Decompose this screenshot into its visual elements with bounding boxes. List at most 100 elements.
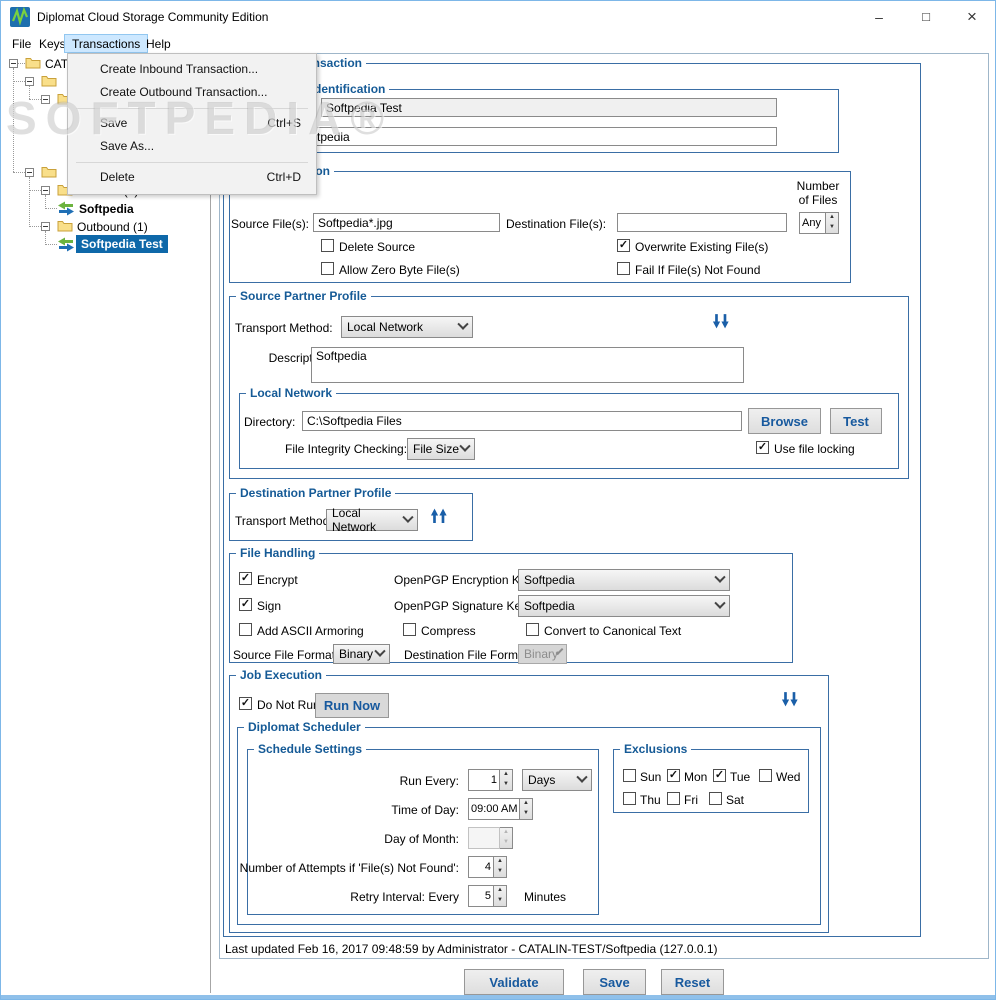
transaction-name-input[interactable] xyxy=(321,98,777,117)
browse-button[interactable]: Browse xyxy=(748,408,821,434)
retry-interval-stepper[interactable]: ▲▼ xyxy=(468,885,507,907)
attempts-stepper[interactable]: ▲▼ xyxy=(468,856,507,878)
tree-expander[interactable] xyxy=(9,59,18,68)
close-button[interactable]: × xyxy=(954,3,990,30)
tue-checkbox[interactable]: ✓ xyxy=(713,769,726,782)
menu-item-create-inbound[interactable]: Create Inbound Transaction... xyxy=(69,58,315,80)
file-integrity-select[interactable]: File Size xyxy=(407,438,475,460)
group-title: Source Partner Profile xyxy=(236,289,371,303)
source-files-input[interactable] xyxy=(313,213,500,232)
spin-up-icon: ▲ xyxy=(829,214,835,220)
check-icon: ✓ xyxy=(714,769,725,781)
source-description-input[interactable]: Softpedia xyxy=(311,347,744,383)
sun-checkbox[interactable] xyxy=(623,769,636,782)
encryption-key-label: OpenPGP Encryption Key: xyxy=(394,573,536,587)
do-not-run-checkbox[interactable]: ✓ xyxy=(239,697,252,710)
menu-item-delete[interactable]: Delete Ctrl+D xyxy=(69,166,315,188)
dest-transport-method-select[interactable]: Local Network xyxy=(326,506,418,534)
destination-files-input[interactable] xyxy=(617,213,787,232)
tree-expander[interactable] xyxy=(25,77,34,86)
source-format-label: Source File Format: xyxy=(233,648,339,662)
tree-expander[interactable] xyxy=(41,95,50,104)
validate-button[interactable]: Validate xyxy=(464,969,564,995)
group-title: File Handling xyxy=(236,546,320,560)
allow-zero-byte-checkbox[interactable] xyxy=(321,262,334,275)
tree-connector xyxy=(45,231,46,245)
ascii-armoring-checkbox[interactable] xyxy=(239,623,252,636)
menu-separator xyxy=(76,108,308,109)
group-title: Job Execution xyxy=(236,668,327,682)
group-title: Destination Partner Profile xyxy=(236,486,396,500)
run-every-label: Run Every: xyxy=(399,774,459,788)
tree-expander[interactable] xyxy=(25,168,34,177)
sat-checkbox[interactable] xyxy=(709,792,722,805)
tree-expander[interactable] xyxy=(41,186,50,195)
tree-node-outbound[interactable]: Outbound (1) xyxy=(77,220,148,234)
tree-connector xyxy=(45,208,57,209)
sign-label: Sign xyxy=(257,599,282,613)
menu-item-save-as[interactable]: Save As... xyxy=(69,135,315,157)
fri-checkbox[interactable] xyxy=(667,792,680,805)
menu-help[interactable]: Help xyxy=(139,34,178,53)
overwrite-checkbox[interactable]: ✓ xyxy=(617,239,630,252)
encrypt-checkbox[interactable]: ✓ xyxy=(239,572,252,585)
delete-source-checkbox[interactable] xyxy=(321,239,334,252)
do-not-run-label: Do Not Run xyxy=(257,698,320,712)
tree-node-softpedia-test-selected[interactable]: Softpedia Test xyxy=(76,235,168,253)
check-icon: ✓ xyxy=(240,697,251,709)
reset-button[interactable]: Reset xyxy=(661,969,724,995)
tree-node-softpedia[interactable]: Softpedia xyxy=(79,202,134,216)
group-title: Diplomat Scheduler xyxy=(244,720,365,734)
spin-up-icon: ▲ xyxy=(497,858,503,864)
compress-label: Compress xyxy=(421,624,476,638)
group-title: Exclusions xyxy=(620,742,692,756)
source-format-select[interactable]: Binary xyxy=(333,644,390,664)
mon-checkbox[interactable]: ✓ xyxy=(667,769,680,782)
run-every-unit-select[interactable]: Days xyxy=(522,769,592,791)
time-of-day-stepper[interactable]: ▲▼ xyxy=(468,798,533,820)
canonical-text-label: Convert to Canonical Text xyxy=(544,624,682,638)
canonical-text-checkbox[interactable] xyxy=(526,623,539,636)
folder-icon xyxy=(57,221,73,232)
check-icon: ✓ xyxy=(240,572,251,584)
spin-down-icon: ▼ xyxy=(503,781,509,787)
directory-input[interactable] xyxy=(302,411,742,431)
chevron-down-icon xyxy=(714,571,726,583)
compress-checkbox[interactable] xyxy=(403,623,416,636)
encryption-key-select[interactable]: Softpedia xyxy=(518,569,730,591)
check-icon: ✓ xyxy=(757,441,768,453)
app-window: Diplomat Cloud Storage Community Edition… xyxy=(0,0,996,1000)
sign-checkbox[interactable]: ✓ xyxy=(239,598,252,611)
day-of-month-stepper-disabled: ▲ ▼ xyxy=(468,827,513,849)
thu-checkbox[interactable] xyxy=(623,792,636,805)
destination-files-label: Destination File(s): xyxy=(506,217,607,231)
use-file-locking-checkbox[interactable]: ✓ xyxy=(756,441,769,454)
stepper-buttons[interactable]: ▲ ▼ xyxy=(826,212,839,234)
group-title: Schedule Settings xyxy=(254,742,367,756)
double-down-arrow-icon xyxy=(712,314,729,329)
tree-expander[interactable] xyxy=(41,222,50,231)
wed-checkbox[interactable] xyxy=(759,769,772,782)
spin-down-icon: ▼ xyxy=(497,897,503,903)
mon-label: Mon xyxy=(684,770,708,784)
test-button[interactable]: Test xyxy=(830,408,882,434)
fail-if-not-found-checkbox[interactable] xyxy=(617,262,630,275)
description-input[interactable] xyxy=(294,127,777,146)
menu-item-create-outbound[interactable]: Create Outbound Transaction... xyxy=(69,81,315,103)
minimize-button[interactable]: – xyxy=(861,3,897,30)
run-every-stepper[interactable]: ▲▼ xyxy=(468,769,513,791)
signature-key-select[interactable]: Softpedia xyxy=(518,595,730,617)
transaction-icon xyxy=(58,201,74,216)
number-of-files-stepper[interactable]: ▲▼ xyxy=(799,212,839,234)
transport-method-select[interactable]: Local Network xyxy=(341,316,473,338)
maximize-button[interactable]: □ xyxy=(908,3,944,30)
encrypt-label: Encrypt xyxy=(257,573,298,587)
save-button[interactable]: Save xyxy=(583,969,646,995)
menu-item-save[interactable]: Save Ctrl+S xyxy=(69,112,315,134)
run-now-button[interactable]: Run Now xyxy=(315,693,389,718)
menu-transactions[interactable]: Transactions xyxy=(64,34,149,53)
overwrite-label: Overwrite Existing File(s) xyxy=(635,240,769,254)
tree-connector xyxy=(29,86,30,99)
spin-down-icon: ▼ xyxy=(829,224,835,230)
chevron-down-icon xyxy=(714,597,726,609)
